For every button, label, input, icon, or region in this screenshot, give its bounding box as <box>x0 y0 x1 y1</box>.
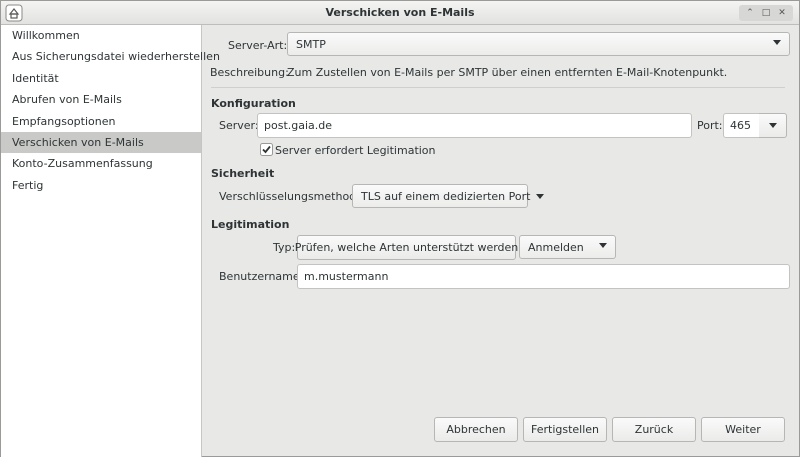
username-input[interactable] <box>297 264 790 289</box>
chevron-down-icon <box>769 123 777 128</box>
username-label: Benutzername: <box>219 270 304 283</box>
server-type-label: Server-Art: <box>228 39 288 52</box>
sidebar-item-summary[interactable]: Konto-Zusammenfassung <box>1 153 201 174</box>
next-button[interactable]: Weiter <box>701 417 785 442</box>
close-icon: ✕ <box>778 8 786 18</box>
chevron-down-icon <box>536 193 545 199</box>
description-label: Beschreibung: <box>210 66 289 79</box>
encryption-label: Verschlüsselungsmethode: <box>219 190 367 203</box>
authentication-header: Legitimation <box>211 218 290 231</box>
port-dropdown-button[interactable] <box>759 113 787 138</box>
check-auth-types-button[interactable]: Prüfen, welche Arten unterstützt werden <box>295 235 518 260</box>
sidebar-item-willkommen[interactable]: Willkommen <box>1 25 201 46</box>
window-controls: ⌃ □ ✕ <box>739 5 793 21</box>
cancel-button[interactable]: Abbrechen <box>434 417 518 442</box>
server-type-combo[interactable]: SMTP <box>287 32 790 56</box>
port-input[interactable] <box>723 113 760 138</box>
chevron-down-icon <box>773 40 781 45</box>
security-header: Sicherheit <box>211 167 275 180</box>
sidebar-item-done[interactable]: Fertig <box>1 175 201 196</box>
finish-button[interactable]: Fertigstellen <box>523 417 607 442</box>
maximize-button[interactable]: □ <box>759 6 773 20</box>
separator <box>211 87 785 88</box>
server-type-value: SMTP <box>296 37 326 51</box>
sidebar-item-receiving[interactable]: Abrufen von E-Mails <box>1 89 201 110</box>
chevron-up-icon: ⌃ <box>746 8 754 18</box>
chevron-down-icon <box>599 243 607 248</box>
auth-type-value: Anmelden <box>528 240 584 254</box>
sidebar-item-identity[interactable]: Identität <box>1 68 201 89</box>
sidebar-item-restore[interactable]: Aus Sicherungsdatei wiederherstellen <box>1 46 220 67</box>
close-button[interactable]: ✕ <box>775 6 789 20</box>
assistant-window: Verschicken von E-Mails ⌃ □ ✕ Willkommen… <box>0 0 800 457</box>
description-text: Zum Zustellen von E-Mails per SMTP über … <box>287 66 728 79</box>
encryption-combo[interactable]: TLS auf einem dedizierten Port <box>352 184 545 208</box>
configuration-header: Konfiguration <box>211 97 296 110</box>
server-label: Server: <box>219 119 259 132</box>
shade-button[interactable]: ⌃ <box>743 6 757 20</box>
auth-required-checkbox[interactable] <box>260 143 273 156</box>
sidebar-item-receive-options[interactable]: Empfangsoptionen <box>1 111 201 132</box>
auth-type-label: Typ: <box>273 241 296 254</box>
maximize-icon: □ <box>761 8 771 18</box>
back-button[interactable]: Zurück <box>612 417 696 442</box>
auth-type-combo[interactable]: Anmelden <box>519 235 616 259</box>
port-label: Port: <box>697 119 723 132</box>
server-input[interactable] <box>257 113 692 138</box>
sidebar: Willkommen Aus Sicherungsdatei wiederher… <box>1 25 220 457</box>
encryption-value: TLS auf einem dedizierten Port <box>361 189 531 203</box>
window-title: Verschicken von E-Mails <box>325 6 475 19</box>
main-panel: Server-Art: SMTP Beschreibung: Zum Zuste… <box>203 25 799 456</box>
title-bar[interactable]: Verschicken von E-Mails ⌃ □ ✕ <box>1 1 799 25</box>
auth-required-label[interactable]: Server erfordert Legitimation <box>275 144 436 157</box>
sidebar-item-sending[interactable]: Verschicken von E-Mails <box>1 131 201 154</box>
